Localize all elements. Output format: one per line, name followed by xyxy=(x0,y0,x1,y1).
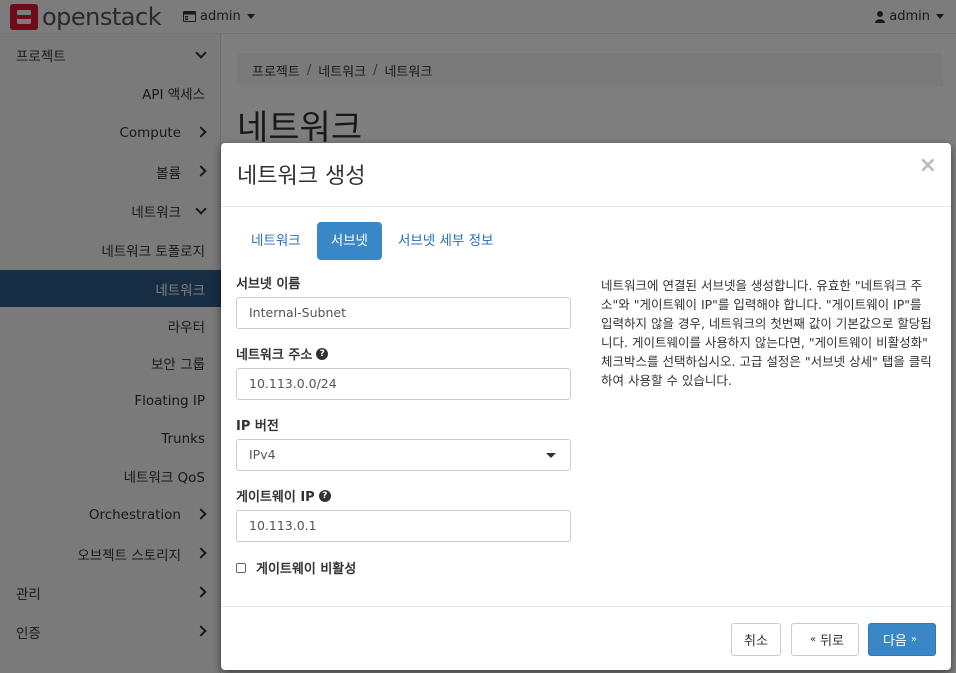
ip-version-selected: IPv4 xyxy=(249,447,276,462)
gateway-ip-label-text: 게이트웨이 IP xyxy=(236,490,315,505)
next-button[interactable]: 다음» xyxy=(868,623,936,656)
disable-gateway-label: 게이트웨이 비활성 xyxy=(256,562,357,577)
double-chevron-left-icon: « xyxy=(809,634,817,645)
back-button-label: 뒤로 xyxy=(820,634,845,649)
cancel-button-label: 취소 xyxy=(744,634,768,649)
ip-version-label: IP 버전 xyxy=(236,415,279,434)
network-address-label-text: 네트워크 주소 xyxy=(236,348,313,363)
modal-title: 네트워크 생성 xyxy=(237,164,366,189)
tab-subnet[interactable]: 서브넷 xyxy=(316,222,382,260)
subnet-name-label-text: 서브넷 이름 xyxy=(236,277,301,292)
modal-footer: 취소 «뒤로 다음» xyxy=(221,606,951,670)
back-button[interactable]: «뒤로 xyxy=(791,623,859,656)
network-address-label: 네트워크 주소? xyxy=(236,344,329,363)
network-address-input[interactable]: 10.113.0.0/24 xyxy=(236,368,571,400)
chevron-down-icon xyxy=(546,453,556,458)
tab-subnet-details[interactable]: 서브넷 세부 정보 xyxy=(384,222,508,260)
ip-version-select[interactable]: IPv4 xyxy=(236,439,571,471)
create-network-modal: 네트워크 생성 × 네트워크 서브넷 서브넷 세부 정보 서브넷 이름 Inte… xyxy=(221,143,951,670)
help-icon[interactable]: ? xyxy=(318,489,331,502)
double-chevron-right-icon: » xyxy=(910,634,918,645)
tab-network[interactable]: 네트워크 xyxy=(237,222,315,260)
subnet-help-text: 네트워크에 연결된 서브넷을 생성합니다. 유효한 "네트워크 주소"와 "게이… xyxy=(601,278,932,388)
subnet-name-label: 서브넷 이름 xyxy=(236,273,300,292)
help-icon[interactable]: ? xyxy=(316,347,329,360)
disable-gateway-row: 게이트웨이 비활성 xyxy=(236,558,356,577)
next-button-label: 다음 xyxy=(882,634,907,649)
gateway-ip-label: 게이트웨이 IP? xyxy=(236,486,331,505)
wizard-tabs: 네트워크 서브넷 서브넷 세부 정보 xyxy=(237,222,507,260)
disable-gateway-checkbox[interactable] xyxy=(236,562,246,573)
cancel-button[interactable]: 취소 xyxy=(731,623,781,656)
modal-header: 네트워크 생성 × xyxy=(221,143,951,207)
subnet-name-input[interactable]: Internal-Subnet xyxy=(236,297,571,329)
ip-version-label-text: IP 버전 xyxy=(236,419,279,434)
close-icon[interactable]: × xyxy=(919,155,937,177)
gateway-ip-input[interactable]: 10.113.0.1 xyxy=(236,510,571,542)
